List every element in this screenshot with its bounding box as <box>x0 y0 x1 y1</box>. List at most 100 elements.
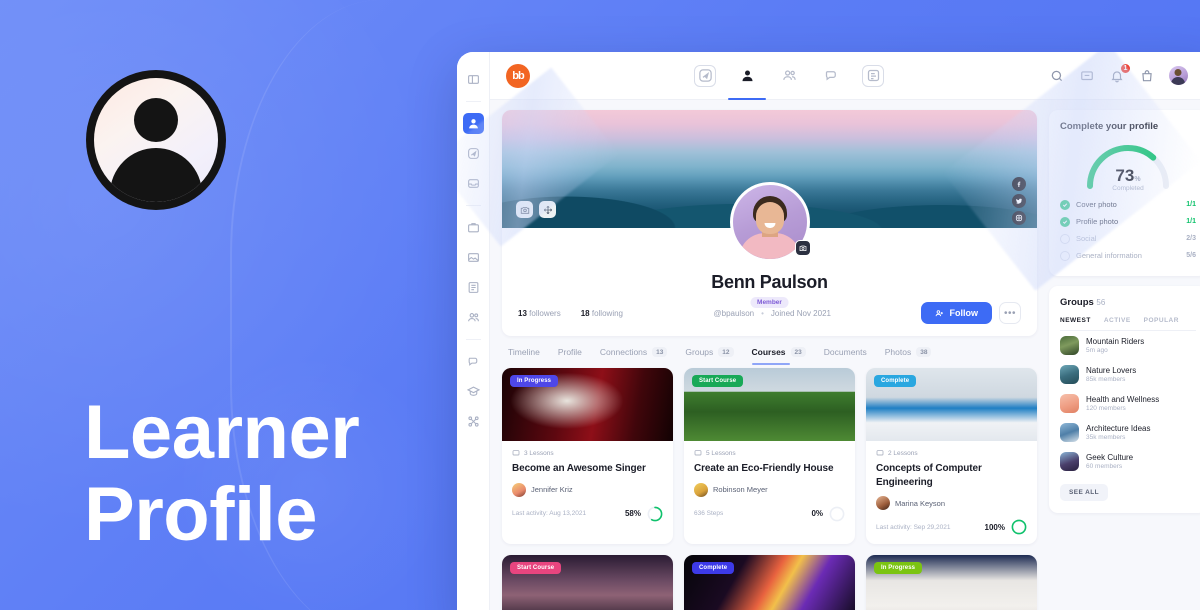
course-body: 5 Lessons Create an Eco-Friendly House Rob… <box>684 441 855 531</box>
group-list-item[interactable]: Architecture Ideas 35k members <box>1060 418 1196 447</box>
course-author: Robinson Meyer <box>694 482 845 497</box>
course-percent: 100% <box>984 522 1005 532</box>
main-column: bb 1 ▾ <box>490 52 1200 610</box>
tab-label: Connections <box>599 347 648 357</box>
course-percent: 0% <box>811 509 823 518</box>
checklist-item[interactable]: Cover photo 1/1 <box>1060 196 1196 213</box>
topnav-item-profile[interactable] <box>728 65 767 100</box>
search-icon[interactable] <box>1049 67 1066 84</box>
rail-item-activity[interactable] <box>463 143 484 164</box>
rail-item-profile[interactable] <box>462 113 484 134</box>
courses-grid-row2: Start Course Complete In Progress <box>502 555 1037 610</box>
course-meta: 636 Steps <box>694 510 724 517</box>
course-progress: 0% <box>811 506 845 522</box>
course-thumbnail: In Progress <box>866 555 1037 610</box>
message-icon[interactable] <box>1079 67 1096 84</box>
checklist-item[interactable]: Profile photo 1/1 <box>1060 213 1196 230</box>
course-lessons: 5 Lessons <box>694 449 845 457</box>
course-status-badge: Complete <box>692 562 735 574</box>
course-lessons: 3 Lessons <box>512 449 663 457</box>
complete-profile-card: Complete your profile 73% Completed Cove… <box>1049 110 1200 276</box>
group-list-item[interactable]: Nature Lovers 85k members <box>1060 360 1196 389</box>
camera-icon[interactable] <box>516 201 533 218</box>
group-name: Geek Culture <box>1086 453 1134 462</box>
rail-item-messages[interactable] <box>463 351 484 372</box>
rail-item-inbox[interactable] <box>463 173 484 194</box>
tab-profile[interactable]: Profile <box>558 347 582 365</box>
followers-stat[interactable]: 13 followers <box>518 309 561 318</box>
course-title: Become an Awesome Singer <box>512 463 646 474</box>
tab-courses[interactable]: Courses 23 <box>751 347 806 365</box>
group-meta: 120 members <box>1086 405 1126 412</box>
course-card[interactable]: In Progress <box>866 555 1037 610</box>
course-card[interactable]: In Progress 3 Lessons Become an Awesome Si… <box>502 368 673 544</box>
topnav-item-documents[interactable] <box>862 64 885 87</box>
move-icon[interactable] <box>539 201 556 218</box>
checklist-label: Profile photo <box>1076 217 1119 226</box>
facebook-icon[interactable] <box>1012 177 1026 191</box>
tab-groups[interactable]: Groups 12 <box>685 347 734 365</box>
topnav-item-activity[interactable] <box>694 64 717 87</box>
chat-icon <box>467 355 480 368</box>
course-body: 2 Lessons Concepts of Computer Engineerin… <box>866 441 1037 544</box>
group-info: Geek Culture 60 members <box>1086 453 1133 470</box>
more-options-button[interactable]: ••• <box>998 302 1021 324</box>
course-progress: 58% <box>625 506 663 522</box>
group-info: Mountain Riders 5m ago <box>1086 337 1144 354</box>
rail-item-settings[interactable] <box>463 411 484 432</box>
progress-ring <box>829 506 845 521</box>
people-icon <box>467 311 480 324</box>
profile-handle-joined: @bpaulson • Joined Nov 2021 <box>714 309 831 318</box>
follow-button[interactable]: Follow <box>921 302 992 324</box>
avatar[interactable] <box>1168 66 1188 85</box>
tab-timeline[interactable]: Timeline <box>508 347 540 365</box>
rail-item-documents[interactable] <box>463 277 484 298</box>
rail-item-learning[interactable] <box>463 381 484 402</box>
cover-actions <box>516 201 556 218</box>
group-name: Architecture Ideas <box>1086 424 1151 433</box>
tab-photos[interactable]: Photos 38 <box>885 347 932 365</box>
group-meta: 60 members <box>1086 463 1123 470</box>
bag-icon[interactable] <box>1139 67 1156 84</box>
brand-logo[interactable]: bb <box>506 63 530 88</box>
rail-item-members[interactable] <box>463 307 484 328</box>
groups-tab-popular[interactable]: POPULAR <box>1144 317 1179 324</box>
group-thumbnail <box>1060 394 1079 413</box>
rail-item-media[interactable] <box>463 247 484 268</box>
twitter-icon[interactable] <box>1012 194 1026 208</box>
checklist-item[interactable]: General information 5/6 <box>1060 247 1196 264</box>
group-list-item[interactable]: Geek Culture 60 members <box>1060 447 1196 476</box>
course-status-badge: Start Course <box>510 562 562 574</box>
course-card[interactable]: Complete <box>684 555 855 610</box>
tab-label: Profile <box>557 347 582 357</box>
see-all-button[interactable]: SEE ALL <box>1060 484 1109 501</box>
group-list-item[interactable]: Mountain Riders 5m ago <box>1060 331 1196 360</box>
groups-tab-newest[interactable]: NEWEST <box>1060 317 1091 324</box>
course-thumbnail: Complete <box>866 368 1037 441</box>
tab-connections[interactable]: Connections 13 <box>600 347 668 365</box>
checklist-item[interactable]: Social 2/3 <box>1060 230 1196 247</box>
profile-tabs: Timeline Profile Connections 13 Groups 12 Cour… <box>502 336 1037 365</box>
topnav-item-messages[interactable] <box>820 65 842 87</box>
groups-tab-active[interactable]: ACTIVE <box>1104 317 1131 324</box>
course-card[interactable]: Start Course 5 Lessons Create an Eco-Frien… <box>684 368 855 544</box>
progress-ring <box>647 506 663 521</box>
rocket-icon <box>698 68 713 83</box>
course-card[interactable]: Complete 2 Lessons Concepts of Computer En… <box>866 368 1037 544</box>
tab-documents[interactable]: Documents <box>824 347 867 365</box>
following-stat[interactable]: 18 following <box>581 309 623 318</box>
top-right-actions: 1 ▾ <box>1049 63 1200 85</box>
instagram-icon[interactable] <box>1012 211 1026 225</box>
inbox-icon <box>467 177 480 190</box>
user-avatar-icon <box>94 78 218 202</box>
checklist-label: Cover photo <box>1076 200 1117 209</box>
followers-label: followers <box>529 308 561 318</box>
page-title: Learner Profile <box>84 391 360 556</box>
course-card[interactable]: Start Course <box>502 555 673 610</box>
rail-item-courses[interactable] <box>463 217 484 238</box>
topnav-item-members[interactable] <box>778 65 800 87</box>
rail-item-panel-toggle[interactable] <box>463 69 484 90</box>
group-list-item[interactable]: Health and Wellness 120 members <box>1060 389 1196 418</box>
circle-icon <box>1060 250 1070 261</box>
bell-icon[interactable]: 1 <box>1109 63 1131 84</box>
